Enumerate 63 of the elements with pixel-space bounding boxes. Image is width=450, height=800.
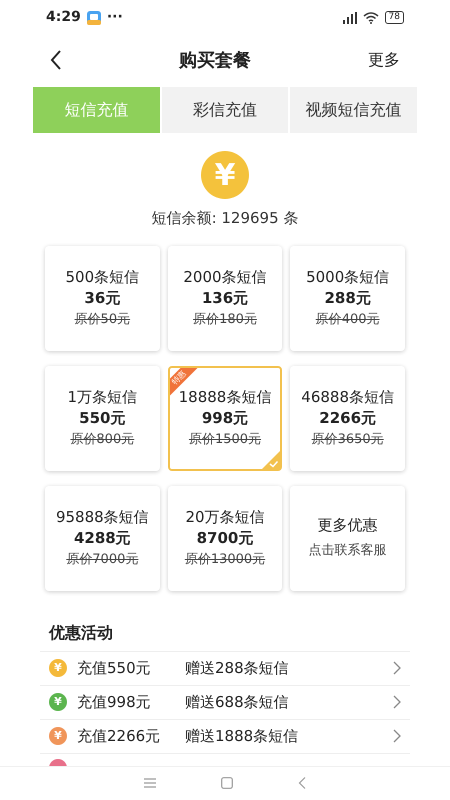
original-price: 原价50元 <box>74 310 130 328</box>
tab[interactable]: 彩信充值 <box>162 87 288 133</box>
package-card[interactable]: 20万条短信 8700元 原价13000元 <box>168 486 282 590</box>
yen-coin-icon: ¥ <box>49 727 67 745</box>
yen-coin-icon: ¥ <box>49 659 67 677</box>
recharge-amount: 充值998元 <box>77 692 152 713</box>
package-card[interactable]: 2000条短信 136元 原价180元 <box>168 246 282 350</box>
chevron-right-icon[interactable] <box>393 729 401 743</box>
chevron-right-icon[interactable] <box>393 661 401 675</box>
original-price: 原价1500元 <box>188 430 262 448</box>
package-card[interactable]: 95888条短信 4288元 原价7000元 <box>45 486 160 590</box>
package-card[interactable]: 46888条短信 2266元 原价3650元 <box>290 366 405 470</box>
package-price: 2266元 <box>319 408 376 428</box>
wifi-icon <box>362 12 379 24</box>
gift-text: 赠送288条短信 <box>185 658 290 679</box>
package-price: 4288元 <box>74 528 131 548</box>
home-icon[interactable] <box>221 777 233 790</box>
app-notification-icon <box>86 10 101 24</box>
original-price: 原价13000元 <box>184 550 266 568</box>
chevron-right-icon[interactable] <box>393 695 401 709</box>
package-quantity: 95888条短信 <box>56 506 149 528</box>
tab[interactable]: 视频短信充值 <box>290 87 418 133</box>
package-price: 998元 <box>202 408 248 428</box>
contact-service-link[interactable]: 点击联系客服 <box>308 538 387 564</box>
original-price: 原价180元 <box>193 310 257 328</box>
menu-icon[interactable] <box>144 778 156 788</box>
status-time: 4:29 <box>46 8 81 27</box>
package-price: 136元 <box>202 288 248 308</box>
balance-text: 短信余额: 129695 条 <box>152 208 298 229</box>
original-price: 原价400元 <box>316 310 380 328</box>
package-price: 8700元 <box>196 528 254 548</box>
package-price: 288元 <box>324 288 371 308</box>
package-quantity: 46888条短信 <box>301 386 394 408</box>
package-card[interactable]: 500条短信 36元 原价50元 <box>45 246 160 350</box>
package-price: 550元 <box>79 408 126 428</box>
more-button[interactable]: 更多 <box>368 48 400 72</box>
package-quantity: 5000条短信 <box>306 266 390 288</box>
yen-coin-icon: ¥ <box>201 151 249 199</box>
yen-coin-icon: ¥ <box>49 693 67 711</box>
page-title: 购买套餐 <box>178 48 252 72</box>
package-price: 36元 <box>84 288 120 308</box>
back-icon[interactable] <box>50 50 62 70</box>
recharge-amount: 充值2266元 <box>77 726 162 747</box>
gift-text: 赠送688条短信 <box>185 692 290 713</box>
battery-level: 78 <box>384 11 404 24</box>
package-card[interactable]: 5000条短信 288元 原价400元 <box>290 246 405 350</box>
package-quantity: 2000条短信 <box>183 266 267 288</box>
package-card[interactable]: 更多优惠 点击联系客服 <box>290 486 405 590</box>
package-quantity: 1万条短信 <box>68 386 138 408</box>
package-card[interactable]: 1万条短信 550元 原价800元 <box>45 366 160 470</box>
recharge-amount: 充值550元 <box>77 658 152 679</box>
signal-icon <box>340 12 357 24</box>
original-price: 原价7000元 <box>66 550 138 568</box>
package-quantity: 20万条短信 <box>185 506 265 528</box>
more-offers-title: 更多优惠 <box>318 515 378 536</box>
notification-dots: ··· <box>106 8 123 27</box>
section-title: 优惠活动 <box>48 622 114 644</box>
gift-text: 赠送1888条短信 <box>185 726 300 747</box>
package-card[interactable]: 18888条短信 998元 原价1500元 特惠 <box>168 366 282 470</box>
original-price: 原价800元 <box>70 430 134 448</box>
original-price: 原价3650元 <box>312 430 384 448</box>
selected-check-icon <box>262 450 280 468</box>
package-quantity: 500条短信 <box>66 266 140 288</box>
